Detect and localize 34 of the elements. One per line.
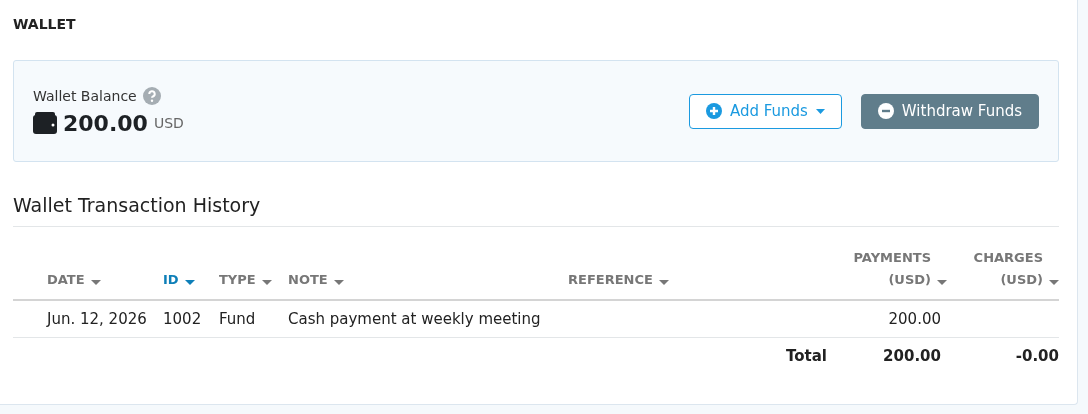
- caret-icon: [261, 280, 272, 285]
- balance-currency: USD: [153, 115, 184, 131]
- caret-icon: [658, 280, 669, 285]
- page-title: WALLET: [13, 15, 77, 34]
- caret-icon: [184, 280, 195, 285]
- total-value: 200.00: [883, 347, 941, 365]
- column-header[interactable]: ID: [163, 247, 219, 301]
- total-label: Total: [786, 347, 827, 365]
- caret-icon: [815, 108, 825, 114]
- section-title: Wallet Transaction History: [13, 194, 1059, 227]
- table-cell: 200.00: [888, 310, 941, 328]
- column-header[interactable]: TYPE: [219, 247, 288, 301]
- add-funds-button[interactable]: Add Funds: [688, 93, 842, 129]
- plus-circle-icon: [705, 103, 722, 119]
- minus-circle-icon: [877, 103, 894, 119]
- column-header[interactable]: PAYMENTS (USD): [817, 247, 947, 301]
- caret-icon: [90, 280, 101, 285]
- table-cell: Cash payment at weekly meeting: [288, 310, 541, 328]
- column-header[interactable]: DATE: [13, 247, 163, 301]
- caret-icon: [333, 280, 344, 285]
- caret-icon: [1049, 280, 1059, 285]
- table-cell: Jun. 12, 2026: [47, 310, 147, 328]
- column-header[interactable]: REFERENCE: [568, 247, 817, 301]
- total-value: -0.00: [1015, 347, 1059, 365]
- table-cell: Fund: [219, 310, 256, 328]
- balance-amount: 200.00: [63, 110, 148, 136]
- column-header[interactable]: NOTE: [288, 247, 568, 301]
- withdraw-funds-button[interactable]: Withdraw Funds: [860, 93, 1039, 129]
- column-header[interactable]: CHARGES (USD): [947, 247, 1059, 301]
- table-cell: 1002: [163, 310, 202, 328]
- balance-label: Wallet Balance: [33, 87, 137, 104]
- wallet-icon: [33, 112, 57, 134]
- help-icon[interactable]: [142, 86, 161, 105]
- caret-icon: [937, 280, 947, 285]
